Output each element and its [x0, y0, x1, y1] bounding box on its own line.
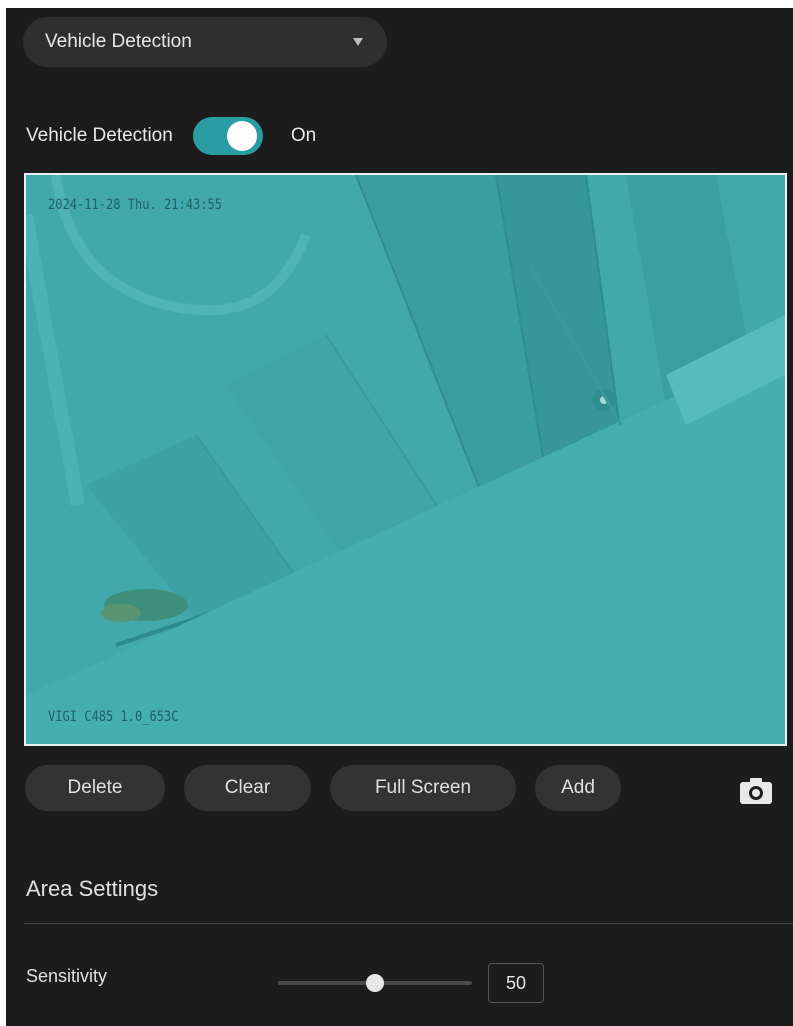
add-button[interactable]: Add: [535, 765, 621, 811]
chevron-down-icon: [353, 38, 363, 46]
area-settings-title: Area Settings: [26, 876, 159, 901]
camera-scene: [26, 175, 785, 744]
clear-button[interactable]: Clear: [184, 765, 311, 811]
detection-type-select[interactable]: Vehicle Detection: [23, 17, 387, 67]
left-edge: [0, 0, 6, 1026]
delete-button[interactable]: Delete: [25, 765, 165, 811]
sensitivity-slider[interactable]: [278, 971, 472, 995]
top-edge: [0, 0, 793, 8]
vehicle-detection-toggle-row: Vehicle Detection On: [26, 116, 316, 156]
toggle-state-text: On: [290, 125, 317, 146]
vehicle-detection-toggle[interactable]: [192, 117, 263, 155]
slider-thumb[interactable]: [366, 974, 384, 992]
sensitivity-input[interactable]: [488, 963, 544, 1003]
camera-preview[interactable]: 2024-11-28 Thu. 21:43:55 VIGI C485 1.0_6…: [24, 173, 787, 746]
preview-timestamp: 2024-11-28 Thu. 21:43:55: [48, 197, 222, 213]
section-divider: [24, 923, 793, 924]
vehicle-detection-label: Vehicle Detection: [26, 125, 173, 146]
preview-camera-name: VIGI C485 1.0_653C: [48, 709, 179, 725]
toggle-knob: [226, 121, 257, 151]
detection-type-value: Vehicle Detection: [45, 31, 192, 52]
camera-icon[interactable]: [738, 776, 774, 806]
full-screen-button[interactable]: Full Screen: [330, 765, 516, 811]
sensitivity-label: Sensitivity: [26, 966, 108, 986]
